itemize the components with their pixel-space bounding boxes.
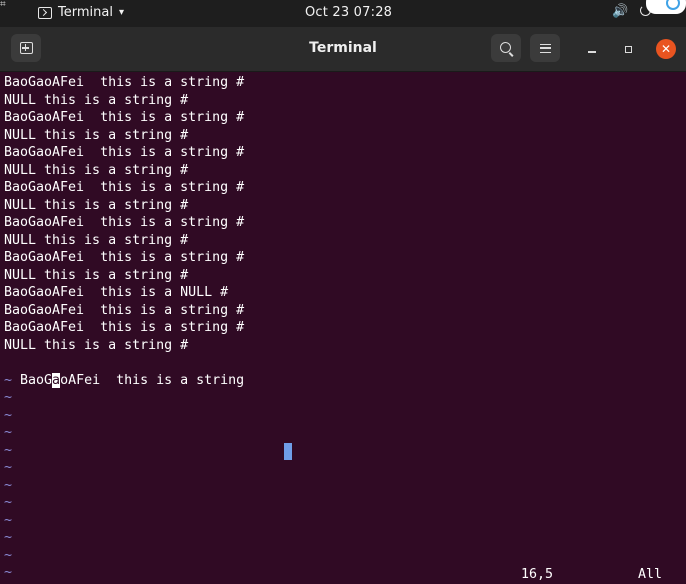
empty-line-tilde: ~ [4,390,13,405]
editor-line[interactable]: BaoGaoAFei this is a string # [4,319,244,337]
terminal-headerbar: Terminal [0,27,686,72]
app-menu-label: Terminal [58,5,113,20]
clock[interactable]: Oct 23 07:28 [305,5,392,20]
maximize-button[interactable] [620,41,636,57]
mouse-text-cursor-icon [284,443,292,460]
empty-line-tilde: ~ [4,425,13,440]
editor-line[interactable]: NULL this is a string # [4,337,188,355]
editor-line[interactable]: BaoGaoAFei this is a string # [4,249,244,267]
scroll-scope: All [638,567,663,582]
empty-line-tilde: ~ [4,460,13,475]
empty-line-tilde: ~ [4,530,13,545]
cursor-line-before: BaoG [20,372,53,388]
close-button[interactable]: ✕ [656,39,676,59]
cursor-line-after: oAFei this is a string [60,372,245,388]
editor-line[interactable]: BaoGaoAFei this is a string # [4,109,244,127]
menu-button[interactable] [530,34,560,62]
empty-line-tilde: ~ [4,547,13,563]
empty-line-tilde: ~ [4,372,13,388]
close-icon: ✕ [660,42,672,56]
text-cursor: a [52,372,61,388]
editor-line[interactable]: NULL this is a string # [4,92,188,110]
editor-line[interactable]: NULL this is a string # [4,267,188,285]
empty-line-tilde: ~ [4,442,13,458]
terminal-app-icon [38,6,52,19]
editor-line[interactable]: BaoGaoAFei this is a string # [4,214,244,232]
app-menu[interactable]: Terminal ▾ [38,5,124,20]
editor-line-current[interactable]: BaoGaoAFei this is a string [4,354,244,388]
editor-line[interactable]: NULL this is a string # [4,127,188,145]
top-bar: ⌗ Terminal ▾ Oct 23 07:28 🔊 [0,0,686,27]
editor-line[interactable]: BaoGaoAFei this is a string # [4,179,244,197]
empty-line-tilde: ~ [4,477,13,493]
editor-line[interactable]: BaoGaoAFei this is a string # [4,74,244,92]
editor-line[interactable]: NULL this is a string # [4,162,188,180]
minimize-button[interactable] [584,41,600,57]
search-icon [499,41,511,53]
search-button[interactable] [491,34,521,62]
editor-line[interactable]: BaoGaoAFei this is a string # [4,302,244,320]
minimize-icon [588,51,596,53]
editor-line[interactable]: BaoGaoAFei this is a string # [4,144,244,162]
editor-line[interactable]: NULL this is a string # [4,232,188,250]
activities-corner-icon[interactable]: ⌗ [0,0,12,14]
cursor-position: 16,5 [521,567,554,582]
empty-line-tilde: ~ [4,565,13,580]
maximize-icon [624,45,632,53]
chevron-down-icon: ▾ [118,7,124,18]
hamburger-menu-icon [539,43,551,53]
editor-line[interactable]: NULL this is a string # [4,197,188,215]
empty-line-tilde: ~ [4,407,13,423]
empty-line-tilde: ~ [4,495,13,510]
volume-icon[interactable]: 🔊 [612,4,628,19]
editor-line[interactable]: BaoGaoAFei this is a NULL # [4,284,228,302]
empty-line-tilde: ~ [4,512,13,528]
